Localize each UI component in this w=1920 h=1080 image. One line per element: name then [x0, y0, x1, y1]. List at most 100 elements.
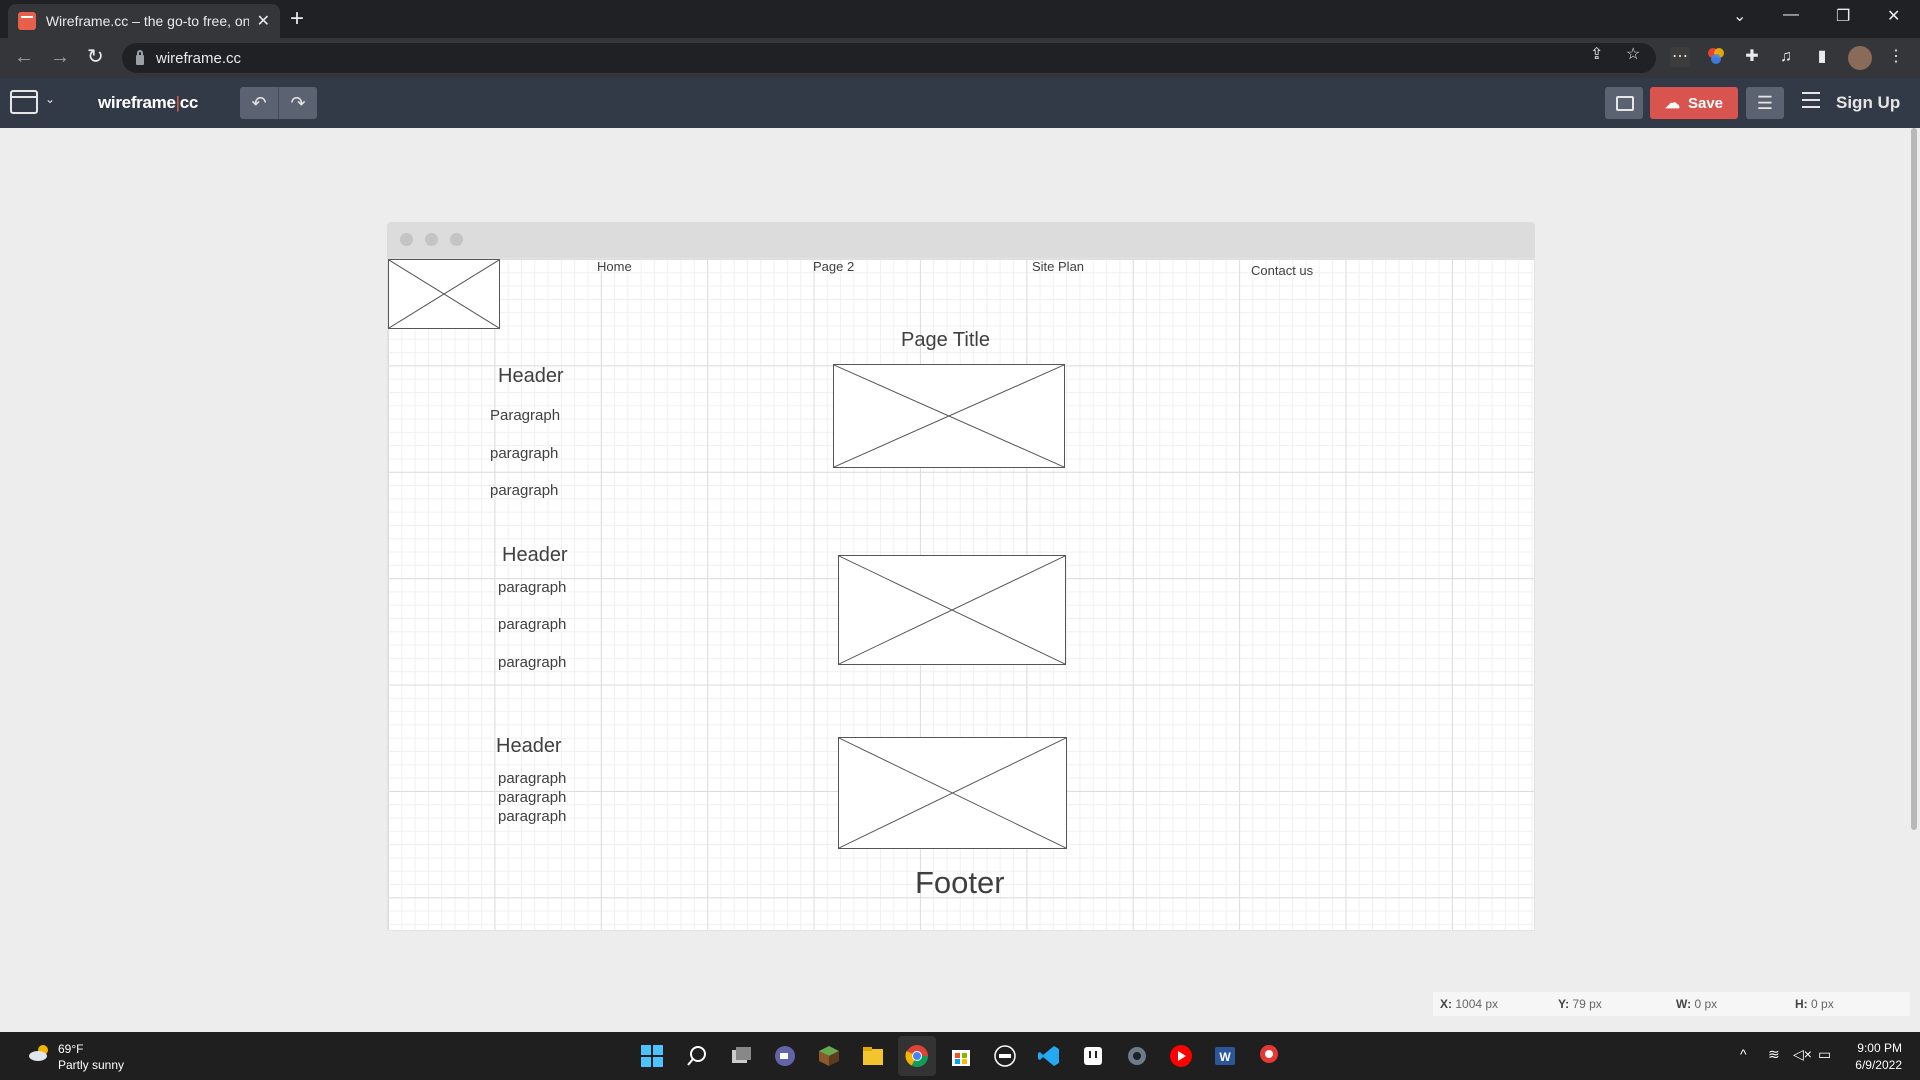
x-label: X:: [1440, 997, 1452, 1011]
clock-time[interactable]: 9:00 PM: [1850, 1041, 1902, 1055]
y-label: Y:: [1558, 997, 1570, 1011]
word-icon[interactable]: W: [1213, 1044, 1237, 1068]
youtube-music-icon[interactable]: [1169, 1044, 1193, 1068]
partly-sunny-icon[interactable]: [28, 1044, 52, 1062]
clock-date[interactable]: 6/9/2022: [1840, 1058, 1902, 1072]
extension-dots-icon[interactable]: ⋯: [1670, 47, 1690, 67]
maps-pin-icon[interactable]: [1257, 1044, 1281, 1068]
minimize-button[interactable]: —: [1783, 6, 1799, 24]
settings-sliders-icon[interactable]: ☰: [1746, 87, 1784, 119]
task-view-icon[interactable]: [729, 1044, 753, 1068]
battery-icon[interactable]: ▭: [1818, 1046, 1831, 1063]
page-title[interactable]: Page Title: [901, 329, 990, 352]
comment-button[interactable]: [1605, 87, 1643, 119]
media-control-icon[interactable]: ♫: [1776, 47, 1796, 67]
w-label: W:: [1676, 997, 1692, 1011]
file-explorer-icon[interactable]: [861, 1044, 885, 1068]
y-value: 79 px: [1572, 997, 1602, 1011]
h-value: 0 px: [1811, 997, 1834, 1011]
frame-dot: [400, 233, 413, 246]
color-extension-icon[interactable]: [1706, 47, 1726, 67]
section-paragraph[interactable]: paragraph: [490, 445, 558, 462]
reload-button[interactable]: ↻: [87, 46, 104, 68]
volume-muted-icon[interactable]: ◁×: [1793, 1046, 1812, 1063]
side-panel-icon[interactable]: ▮: [1812, 47, 1832, 67]
w-value: 0 px: [1694, 997, 1718, 1011]
lock-icon: [136, 49, 144, 65]
minecraft-icon[interactable]: [817, 1044, 841, 1068]
chrome-menu-icon[interactable]: ⋮: [1886, 47, 1906, 67]
h-label: H:: [1795, 997, 1808, 1011]
section-paragraph[interactable]: paragraph: [498, 654, 566, 671]
undo-button[interactable]: ↶: [240, 87, 279, 119]
section-header[interactable]: Header: [498, 365, 564, 388]
section-paragraph[interactable]: Paragraph: [490, 407, 560, 424]
vertical-scrollbar[interactable]: [1911, 128, 1917, 830]
logo-image-placeholder[interactable]: [388, 259, 500, 329]
profile-avatar[interactable]: [1848, 46, 1872, 70]
section-paragraph[interactable]: paragraph: [490, 482, 558, 499]
browser-tab[interactable]: Wireframe.cc – the go-to free, on ✕: [8, 4, 280, 38]
hamburger-menu-icon[interactable]: [1802, 92, 1820, 108]
windows-start-icon[interactable]: [640, 1044, 664, 1068]
weather-description[interactable]: Partly sunny: [58, 1058, 124, 1072]
settings-gear-icon[interactable]: [1125, 1044, 1149, 1068]
nav-item-site-plan[interactable]: Site Plan: [1032, 259, 1084, 274]
nav-item-page-2[interactable]: Page 2: [813, 259, 854, 274]
cloud-upload-icon: ☁: [1664, 95, 1680, 112]
brand-suffix: cc: [179, 93, 199, 112]
close-window-button[interactable]: ✕: [1887, 6, 1900, 26]
puzzle-extensions-icon[interactable]: ✚: [1742, 47, 1762, 67]
svg-text:W: W: [1219, 1050, 1231, 1064]
frame-dot: [425, 233, 438, 246]
show-hidden-icons[interactable]: ^: [1740, 1046, 1747, 1062]
tab-search-icon[interactable]: ⌄: [1733, 6, 1746, 26]
wireframe-favicon-icon: [18, 12, 36, 30]
weather-temperature[interactable]: 69°F: [58, 1042, 83, 1056]
share-icon[interactable]: ⇪: [1590, 44, 1603, 64]
tab-title: Wireframe.cc – the go-to free, on: [45, 13, 249, 29]
nav-item-home[interactable]: Home: [597, 259, 632, 274]
nav-item-contact-us[interactable]: Contact us: [1251, 263, 1313, 278]
section-paragraph[interactable]: paragraph: [498, 616, 566, 633]
url-text: wireframe.cc: [156, 49, 242, 67]
sign-up-link[interactable]: Sign Up: [1836, 93, 1900, 113]
footer-text[interactable]: Footer: [915, 865, 1005, 901]
section-paragraph[interactable]: paragraph: [498, 770, 566, 787]
search-icon[interactable]: [685, 1044, 709, 1068]
url-field[interactable]: wireframe.cc: [122, 43, 1656, 73]
teams-chat-icon[interactable]: [773, 1044, 797, 1068]
browser-tab-strip: Wireframe.cc – the go-to free, on ✕ + ⌄ …: [0, 0, 1920, 38]
chrome-icon[interactable]: [905, 1044, 929, 1068]
back-button[interactable]: ←: [14, 46, 34, 68]
save-label: Save: [1687, 94, 1724, 112]
chevron-down-icon[interactable]: ⌄: [45, 92, 55, 106]
section-paragraph[interactable]: paragraph: [498, 579, 566, 596]
browser-address-bar: ← → ↻ wireframe.cc ⇪ ☆ ⋯ ✚ ♫ ▮ ⋮: [0, 38, 1920, 78]
x-value: 1004 px: [1455, 997, 1499, 1011]
forward-button[interactable]: →: [50, 46, 70, 68]
section-header[interactable]: Header: [502, 544, 568, 567]
section-header[interactable]: Header: [496, 735, 562, 758]
image-placeholder[interactable]: [838, 555, 1066, 665]
dell-icon[interactable]: [993, 1044, 1017, 1068]
image-placeholder[interactable]: [833, 364, 1065, 468]
frame-dot: [450, 233, 463, 246]
brand-logo[interactable]: wireframe|cc: [98, 93, 198, 113]
coordinate-readout: X: 1004 px Y: 79 px W: 0 px H: 0 px: [1433, 992, 1910, 1016]
canvas-type-icon[interactable]: [10, 90, 38, 114]
section-paragraph[interactable]: paragraph: [498, 789, 566, 806]
save-button[interactable]: ☁ Save: [1650, 87, 1738, 119]
restore-button[interactable]: ❐: [1836, 6, 1850, 26]
close-tab-icon[interactable]: ✕: [257, 11, 270, 31]
vscode-icon[interactable]: [1037, 1044, 1061, 1068]
section-paragraph[interactable]: paragraph: [498, 808, 566, 825]
microsoft-store-icon[interactable]: [949, 1044, 973, 1068]
wifi-icon[interactable]: ≋: [1768, 1046, 1780, 1063]
image-placeholder[interactable]: [838, 737, 1067, 849]
notes-app-icon[interactable]: [1081, 1044, 1105, 1068]
redo-button[interactable]: ↷: [279, 87, 317, 119]
bookmark-star-icon[interactable]: ☆: [1626, 44, 1640, 64]
wireframe-browser-frame: [387, 222, 1535, 258]
new-tab-button[interactable]: +: [290, 6, 304, 32]
